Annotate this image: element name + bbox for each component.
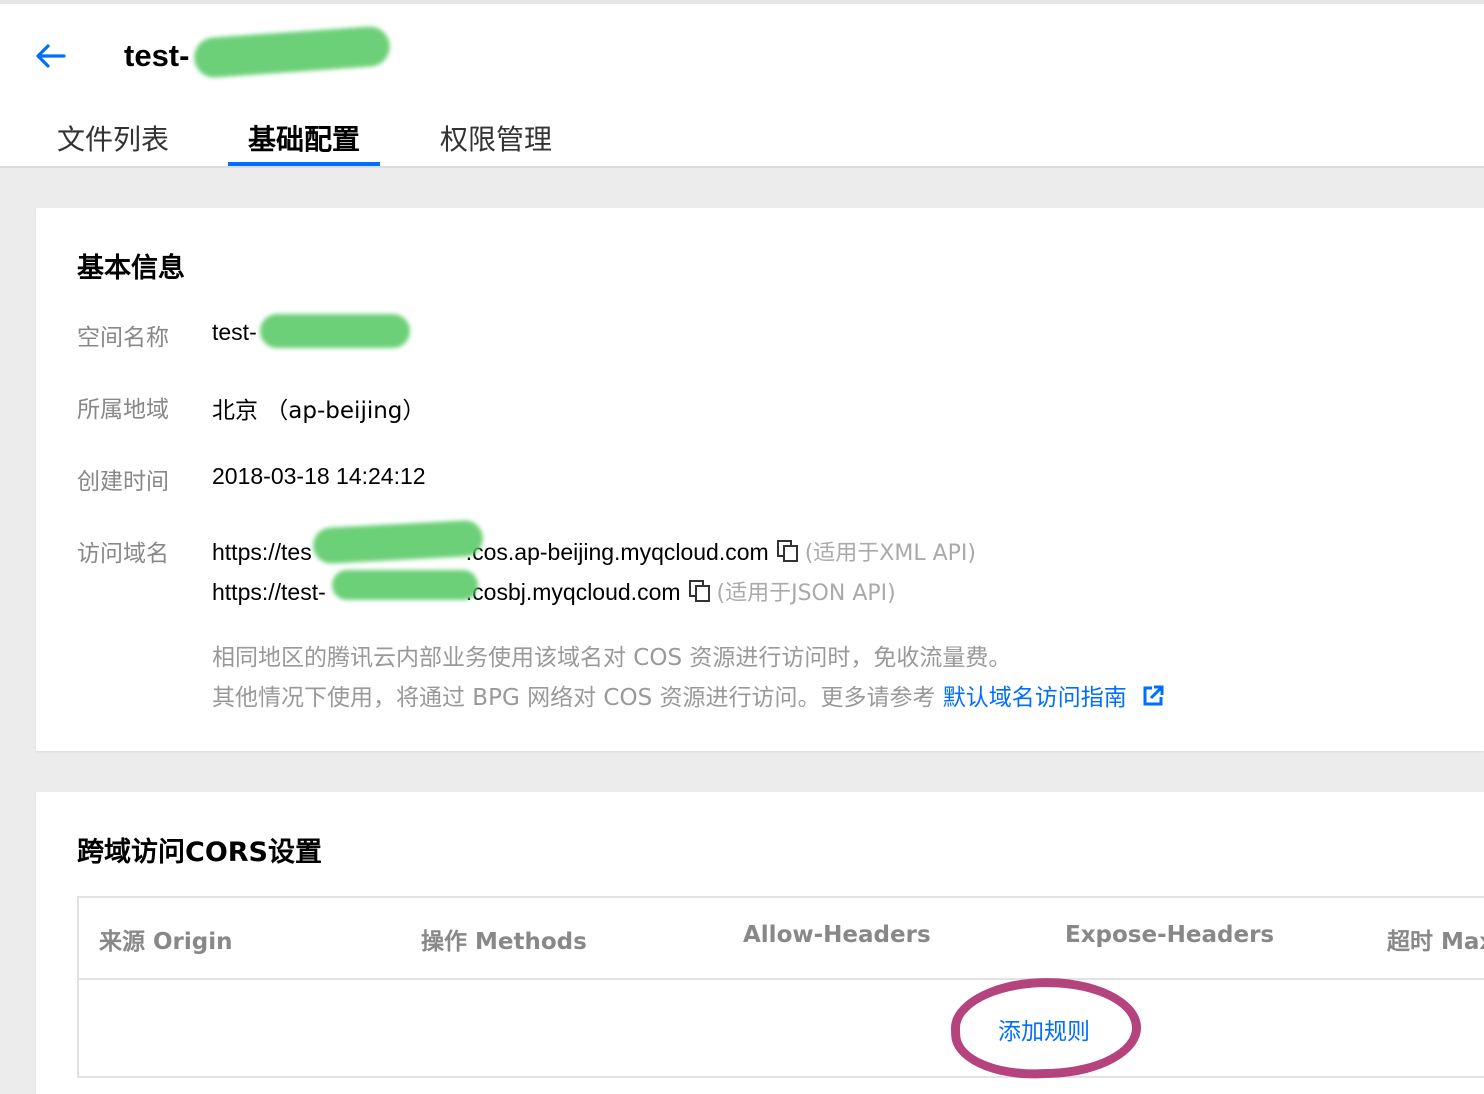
xml-domain-prefix: https://tes: [212, 539, 312, 565]
external-link-icon[interactable]: [1142, 685, 1164, 713]
redaction-mark: [332, 570, 478, 600]
domain-guide-link[interactable]: 默认域名访问指南: [943, 685, 1127, 711]
region-label: 所属地域: [77, 397, 169, 423]
xml-domain-suffix: .cos.ap-beijing.myqcloud.com: [465, 539, 769, 565]
json-domain-prefix: https://test-: [212, 579, 326, 605]
redaction-mark: [192, 25, 392, 79]
copy-icon[interactable]: [776, 539, 799, 568]
note-text: 其他情况下使用，将通过 BPG 网络对 COS 资源进行访问。更多请参考: [212, 685, 936, 711]
domain-label: 访问域名: [77, 541, 169, 567]
json-domain-suffix: .cosbj.myqcloud.com: [465, 579, 681, 605]
column-methods: 操作 Methods: [421, 929, 587, 955]
page-header: test- 文件列表 基础配置 权限管理: [0, 4, 1484, 168]
section-title: 基本信息: [77, 253, 185, 284]
column-expose-headers: Expose-Headers: [1065, 922, 1275, 948]
created-time-label: 创建时间: [77, 469, 169, 495]
active-tab-indicator: [228, 162, 380, 166]
copy-icon[interactable]: [688, 579, 711, 608]
page-title: test-: [124, 38, 190, 73]
cors-card: 跨域访问CORS设置 来源 Origin 操作 Methods Allow-He…: [36, 792, 1484, 1094]
tab-basic-config[interactable]: 基础配置: [248, 118, 360, 158]
space-name-value: test-: [212, 319, 257, 345]
json-api-hint: (适用于JSON API): [716, 581, 896, 606]
column-origin: 来源 Origin: [99, 929, 233, 955]
domain-note-line-1: 相同地区的腾讯云内部业务使用该域名对 COS 资源进行访问时，免收流量费。: [212, 645, 1012, 671]
created-time-value: 2018-03-18 14:24:12: [212, 463, 426, 489]
back-button[interactable]: [30, 36, 70, 76]
section-title: 跨域访问CORS设置: [77, 837, 323, 868]
space-name-label: 空间名称: [77, 325, 169, 351]
column-max-age: 超时 Max: [1387, 929, 1484, 955]
json-domain-row: https://test- .cosbj.myqcloud.com (适用于JSO…: [212, 575, 896, 608]
arrow-left-icon: [36, 44, 66, 68]
column-allow-headers: Allow-Headers: [743, 922, 931, 948]
tab-file-list[interactable]: 文件列表: [57, 118, 169, 158]
domain-note-line-2: 其他情况下使用，将通过 BPG 网络对 COS 资源进行访问。更多请参考 默认域…: [212, 678, 1164, 713]
cors-table: 来源 Origin 操作 Methods Allow-Headers Expos…: [77, 896, 1484, 1082]
xml-api-hint: (适用于XML API): [804, 541, 976, 566]
redaction-mark: [260, 314, 410, 348]
region-value: 北京 （ap-beijing）: [212, 398, 426, 424]
tab-permissions[interactable]: 权限管理: [440, 118, 552, 158]
table-header: 来源 Origin 操作 Methods Allow-Headers Expos…: [79, 898, 1484, 980]
annotation-circle: [949, 974, 1143, 1082]
basic-info-card: 基本信息 空间名称 test- 所属地域 北京 （ap-beijing） 创建时…: [36, 208, 1484, 751]
